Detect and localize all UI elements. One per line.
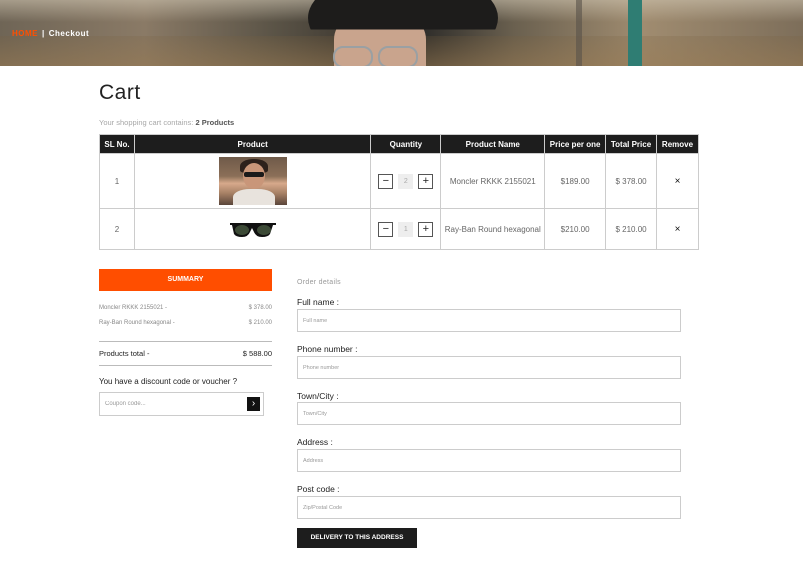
hero-glasses-right	[378, 46, 418, 66]
phone-number-label: Phone number :	[297, 344, 358, 354]
breadcrumb-home-link[interactable]: HOME	[12, 29, 38, 38]
cart-table: SL No. Product Quantity Product Name Pri…	[99, 134, 700, 250]
hero-glasses-left	[333, 46, 373, 66]
product-image-sunglasses	[243, 172, 264, 177]
table-row: 2 − 1 + Ray-Ban Round hexagonal $210.00 …	[99, 208, 700, 250]
post-code-input[interactable]	[297, 496, 681, 519]
table-header-row: SL No. Product Quantity Product Name Pri…	[99, 134, 700, 154]
close-icon[interactable]: ×	[675, 176, 681, 187]
phone-number-input[interactable]	[297, 356, 681, 379]
cart-count-prefix: Your shopping cart contains:	[99, 118, 194, 127]
address-label: Address :	[297, 437, 333, 447]
cell-quantity: − 1 +	[370, 208, 442, 250]
quantity-stepper: − 2 +	[378, 173, 434, 189]
cart-count: Your shopping cart contains: 2 Products	[99, 118, 234, 127]
quantity-stepper: − 1 +	[378, 221, 434, 237]
cell-sl: 1	[99, 153, 135, 209]
cell-total: $ 378.00	[605, 153, 657, 209]
hero-banner	[0, 0, 803, 66]
products-total-label: Products total -	[99, 349, 150, 358]
cart-count-value: 2 Products	[195, 118, 235, 127]
summary-divider	[99, 365, 272, 366]
summary-line-item: Ray-Ban Round hexagonal - $ 210.00	[99, 320, 272, 326]
hero-pole-back	[576, 0, 582, 66]
breadcrumb: HOME | Checkout	[12, 29, 89, 38]
header-product-name: Product Name	[440, 134, 546, 154]
chevron-right-icon[interactable]: ›	[247, 397, 260, 411]
cell-remove: ×	[655, 153, 700, 209]
quantity-decrease-button[interactable]: −	[378, 221, 394, 237]
cell-remove: ×	[655, 208, 700, 250]
header-remove: Remove	[655, 134, 700, 154]
breadcrumb-separator: |	[42, 29, 45, 38]
summary-item-price: $ 378.00	[248, 305, 272, 311]
address-input[interactable]	[297, 449, 681, 472]
header-product: Product	[133, 134, 372, 154]
summary-button[interactable]: SUMMARY	[99, 269, 272, 291]
product-image-body	[232, 189, 275, 205]
close-icon[interactable]: ×	[675, 224, 681, 235]
cell-quantity: − 2 +	[370, 153, 442, 209]
summary-divider	[99, 341, 272, 342]
sunglasses-product-image[interactable]	[229, 219, 277, 239]
cell-product	[133, 153, 372, 209]
quantity-increase-button[interactable]: +	[418, 173, 434, 189]
cell-product	[133, 208, 372, 250]
quantity-value[interactable]: 2	[398, 173, 414, 189]
cell-sl: 2	[99, 208, 135, 250]
cell-total: $ 210.00	[605, 208, 657, 250]
order-details-title: Order details	[297, 279, 341, 286]
products-total: Products total - $ 588.00	[99, 349, 272, 358]
delivery-submit-button[interactable]: DELIVERY TO THIS ADDRESS	[297, 528, 417, 548]
quantity-increase-button[interactable]: +	[418, 221, 434, 237]
cell-product-name: Moncler RKKK 2155021	[440, 153, 546, 209]
header-total: Total Price	[605, 134, 657, 154]
table-row: 1 − 2 + Moncler RKKK 2155021 $189.00 $ 3…	[99, 153, 700, 209]
summary-item-price: $ 210.00	[248, 320, 272, 326]
town-city-input[interactable]	[297, 402, 681, 425]
town-city-label: Town/City :	[297, 391, 339, 401]
cell-product-name: Ray-Ban Round hexagonal	[440, 208, 546, 250]
summary-item-name: Moncler RKKK 2155021 -	[99, 305, 168, 311]
breadcrumb-current: Checkout	[48, 29, 90, 38]
summary-line-item: Moncler RKKK 2155021 - $ 378.00	[99, 305, 272, 311]
cell-price: $189.00	[544, 153, 607, 209]
full-name-label: Full name :	[297, 297, 340, 307]
coupon-field: ›	[99, 392, 264, 416]
quantity-decrease-button[interactable]: −	[378, 173, 394, 189]
page-title: Cart	[99, 81, 141, 104]
coupon-input[interactable]	[100, 393, 245, 415]
quantity-value[interactable]: 1	[398, 221, 414, 237]
post-code-label: Post code :	[297, 484, 340, 494]
hero-pole	[628, 0, 642, 66]
products-total-value: $ 588.00	[242, 349, 272, 358]
product-image[interactable]	[218, 157, 287, 205]
header-sl: SL No.	[99, 134, 135, 154]
summary-item-name: Ray-Ban Round hexagonal -	[99, 320, 175, 326]
header-quantity: Quantity	[370, 134, 442, 154]
discount-label: You have a discount code or voucher ?	[99, 377, 238, 386]
header-price: Price per one	[544, 134, 607, 154]
full-name-input[interactable]	[297, 309, 681, 332]
cell-price: $210.00	[544, 208, 607, 250]
